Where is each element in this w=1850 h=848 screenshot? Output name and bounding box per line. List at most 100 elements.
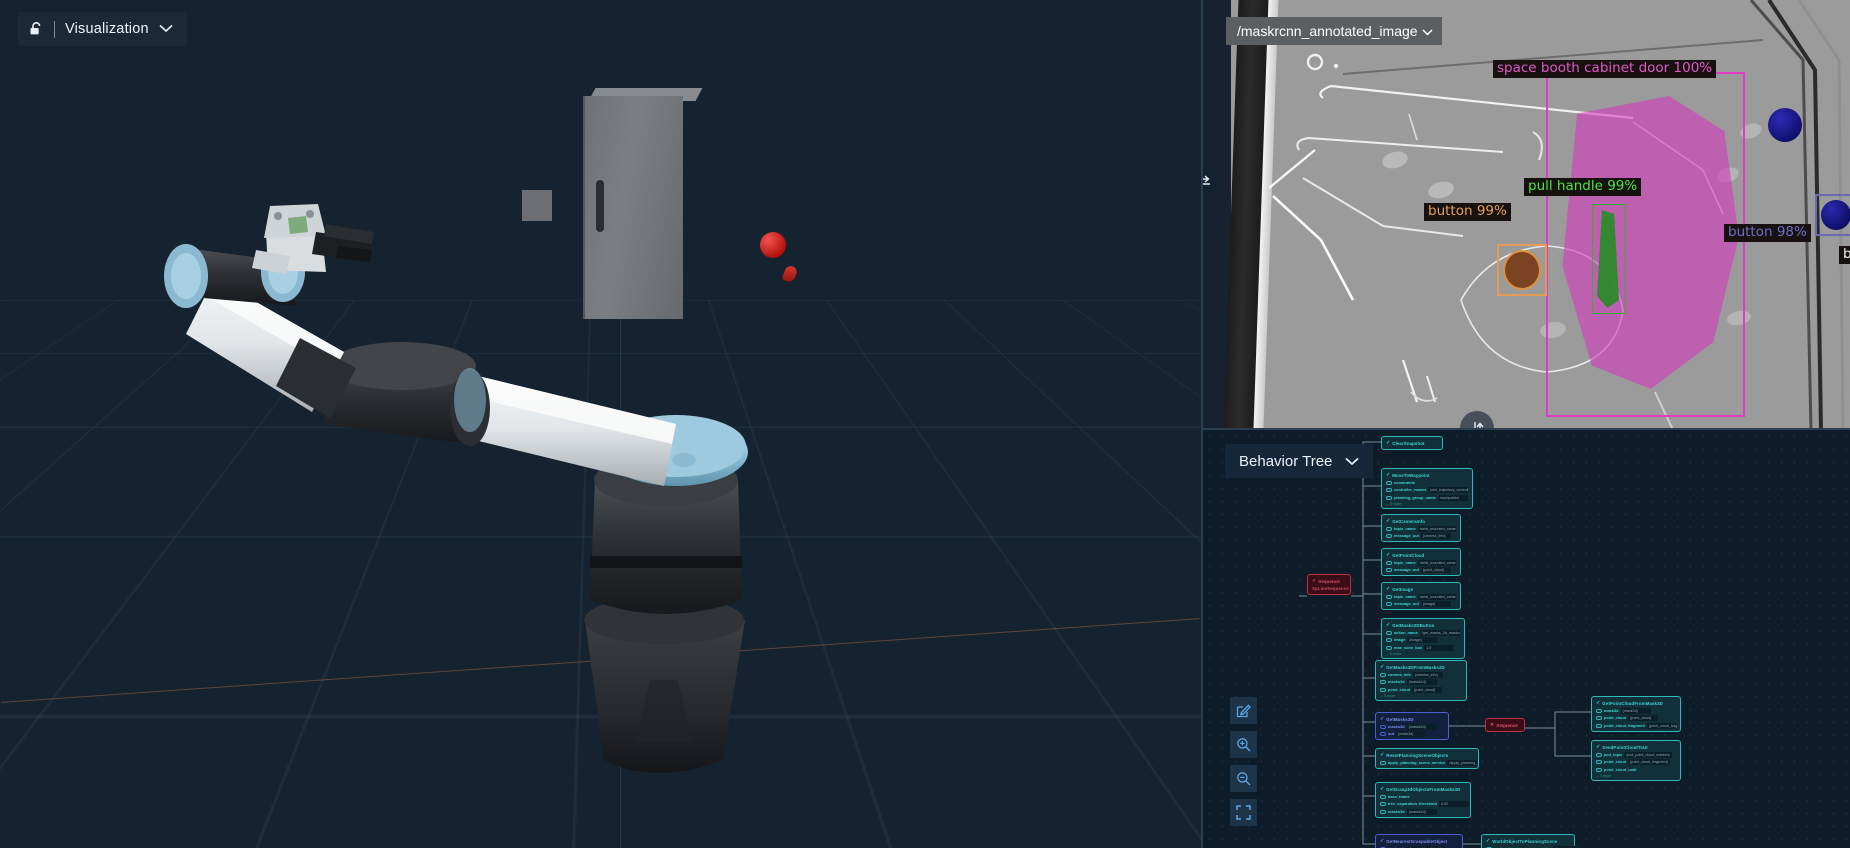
- bt-node-name: MoveToWaypoint: [1392, 473, 1430, 478]
- bt-node-get_nearest_graspable_object[interactable]: ✓GetNearestGraspableObjectcenter_in{gras…: [1375, 834, 1463, 848]
- port-pin-icon: [1380, 795, 1386, 800]
- bt-node-get_camera_info[interactable]: ✓ GetCameraInfo topic_name/wrist_mounted_c…: [1381, 514, 1461, 543]
- bt-node-get_grasp_3d_objects_from_masks_3d[interactable]: ✓ GetGrasp3dObjectsFromMasks3D base_frame t…: [1375, 782, 1471, 818]
- port-value: manipulator: [1437, 494, 1468, 501]
- bt-node-title: ✓ ClearSnapshot: [1386, 440, 1438, 447]
- bt-node-clear_snapshot[interactable]: ✓ ClearSnapshot: [1381, 436, 1443, 450]
- port-pin-icon: [1380, 732, 1386, 737]
- port-pin-icon: [1386, 495, 1392, 500]
- port-pin-icon: [1380, 809, 1386, 814]
- port-key: message_out: [1394, 533, 1419, 539]
- bt-node-sequence_top[interactable]: ✓ Sequence SpLineSequence: [1307, 574, 1351, 595]
- detection-label-button-blue: button 98%: [1724, 224, 1811, 242]
- port-pin-icon: [1596, 760, 1602, 765]
- bt-node-port: camera_info {camera_info}: [1380, 672, 1462, 679]
- bt-node-title: ✓ SendPointCloudToUI: [1596, 744, 1676, 751]
- fit-screen-button[interactable]: [1230, 799, 1257, 826]
- port-pin-icon: [1380, 687, 1386, 692]
- bt-node-port: mask3d {mask3d}: [1596, 708, 1676, 715]
- port-key: topic_name: [1394, 560, 1416, 566]
- behavior-tree-toolbar[interactable]: [1230, 697, 1257, 826]
- port-value: /pcd_point_cloud_markers: [1624, 752, 1672, 759]
- port-key: planning_group_name: [1394, 494, 1436, 500]
- bt-node-name: GetPointCloud: [1392, 553, 1425, 558]
- port-value: /apply_planning_scene: [1447, 760, 1478, 767]
- bt-node-world_object_planning_scene[interactable]: ✓WorldObjectToPlanningSceneapply_plannin…: [1481, 834, 1584, 848]
- bt-node-sequence_mid[interactable]: ✕ Sequence: [1485, 718, 1525, 732]
- camera-detection-panel[interactable]: space booth cabinet door 100% pull handl…: [1203, 0, 1850, 430]
- check-icon: ✓: [1380, 716, 1385, 722]
- port-key: topic_name: [1394, 526, 1416, 532]
- bt-node-title: ✓ GetMasks2DButton: [1386, 622, 1460, 629]
- bt-node-title: ✓ GetImage: [1386, 586, 1456, 593]
- port-key: masks3d: [1388, 724, 1405, 730]
- bbox-handle: [1592, 204, 1626, 314]
- bt-node-port: message_out {image}: [1386, 601, 1456, 608]
- port-value: /get_masks_2d_maskrcnn: [1419, 630, 1460, 637]
- bt-node-get_masks_3d_2[interactable]: ✓ GetMasks3D masks3d {masks3d} out {mask3d}: [1375, 712, 1449, 741]
- bbox-button-blue: [1815, 194, 1850, 236]
- port-value: {image}: [1420, 601, 1451, 608]
- check-icon: ✓: [1386, 586, 1391, 592]
- port-pin-icon: [1386, 481, 1392, 486]
- zoom-in-button[interactable]: [1230, 731, 1257, 758]
- bt-node-more-toggle[interactable]: ⌄ 1 more: [1596, 774, 1676, 778]
- behavior-tree-panel[interactable]: Behavior Tree ✓ ClearSnapshot ✓ MoveToWa…: [1203, 430, 1850, 848]
- port-pin-icon: [1596, 753, 1602, 758]
- port-key: point_cloud: [1604, 715, 1627, 721]
- port-pin-icon: [1380, 673, 1386, 678]
- bt-node-title: ✓ GetNearestGraspableObject: [1380, 838, 1458, 845]
- bt-node-port: point_cloud_fragment{point_cloud_fragmen…: [1596, 722, 1677, 729]
- bt-node-port: topic_name/wrist_mounted_camera/depth/po…: [1386, 560, 1456, 567]
- bt-node-title: ✓ GetCameraInfo: [1386, 518, 1456, 525]
- check-icon: ✓: [1596, 744, 1601, 750]
- bt-node-name: GetMasks3D: [1386, 717, 1414, 722]
- bt-node-more-toggle[interactable]: ⌄ 2 more: [1386, 502, 1468, 506]
- visualization-header[interactable]: Visualization: [18, 12, 187, 46]
- visualization-title: Visualization: [65, 21, 149, 37]
- port-value: /wrist_mounted_camera/depth/points: [1417, 560, 1456, 567]
- port-value: /wrist_mounted_camera/color/image_raw: [1417, 594, 1456, 601]
- bt-node-move_to_waypoint[interactable]: ✓ MoveToWaypoint constraints controller_nam…: [1381, 468, 1473, 509]
- bt-node-port: image {image}: [1386, 637, 1460, 644]
- bt-node-port: message_out {point_cloud}: [1386, 567, 1456, 574]
- check-icon: ✓: [1380, 752, 1385, 758]
- chevron-down-icon[interactable]: [1345, 453, 1359, 470]
- behavior-tree-header[interactable]: Behavior Tree: [1225, 444, 1374, 478]
- bt-node-port: point_cloud {point_cloud}: [1380, 686, 1462, 693]
- port-value: 1.0: [1424, 644, 1455, 651]
- port-key: mask3d: [1604, 708, 1619, 714]
- bt-node-get_image[interactable]: ✓GetImagetopic_name/wrist_mounted_camera…: [1381, 582, 1461, 611]
- bt-node-reset_planning_scene_objects[interactable]: ✓ ResetPlanningSceneObjects apply_planning…: [1375, 748, 1479, 770]
- bt-node-get_masks_3d_from_masks_2d[interactable]: ✓ GetMasks3DFromMasks2D camera_info {camera…: [1375, 660, 1467, 701]
- port-pin-icon: [1386, 602, 1392, 607]
- bt-node-more-toggle[interactable]: ⌄ 3 more: [1380, 694, 1462, 698]
- camera-topic-selector[interactable]: /maskrcnn_annotated_image: [1226, 17, 1442, 45]
- port-pin-icon: [1596, 709, 1602, 714]
- zoom-out-button[interactable]: [1230, 765, 1257, 792]
- bt-node-get_point_cloud_from_mask_3d[interactable]: ✓ GetPointCloudFromMask3D mask3d {mask3d} po…: [1591, 696, 1681, 732]
- bt-node-get_point_cloud[interactable]: ✓ GetPointCloud topic_name/wrist_mounted_c…: [1381, 548, 1461, 577]
- check-icon: ✓: [1386, 518, 1391, 524]
- close-icon: ✕: [1490, 722, 1495, 728]
- port-key: tree_separation_threshold: [1388, 801, 1437, 807]
- bt-node-more-toggle[interactable]: ⌄ 3 more: [1386, 652, 1460, 656]
- port-key: point_cloud_uuid: [1604, 766, 1637, 772]
- viewport-3d[interactable]: Visualization: [0, 0, 1203, 848]
- port-key: apply_planning_scene_service: [1388, 760, 1446, 766]
- edit-button[interactable]: [1230, 697, 1257, 724]
- port-value: {camera_info}: [1420, 533, 1451, 540]
- chevron-down-icon[interactable]: [1422, 23, 1433, 39]
- bt-node-title: ✓ ResetPlanningSceneObjects: [1380, 752, 1474, 759]
- bt-node-name: Sequence: [1496, 723, 1518, 728]
- bt-node-get_masks_2d_button[interactable]: ✓ GetMasks2DButton action_name/get_masks_2…: [1381, 618, 1465, 659]
- port-pin-icon: [1386, 645, 1392, 650]
- port-pin-icon: [1386, 638, 1392, 643]
- bt-node-send_point_cloud_to_ui[interactable]: ✓ SendPointCloudToUI pcd_topic/pcd_point_c…: [1591, 740, 1681, 781]
- bt-node-port: message_out {camera_info}: [1386, 533, 1456, 540]
- port-key: message_out: [1394, 601, 1419, 607]
- port-value: {mask3d}: [1620, 708, 1651, 715]
- port-key: action_name: [1394, 630, 1418, 636]
- chevron-down-icon[interactable]: [159, 20, 173, 38]
- detection-label-handle: pull handle 99%: [1524, 178, 1642, 196]
